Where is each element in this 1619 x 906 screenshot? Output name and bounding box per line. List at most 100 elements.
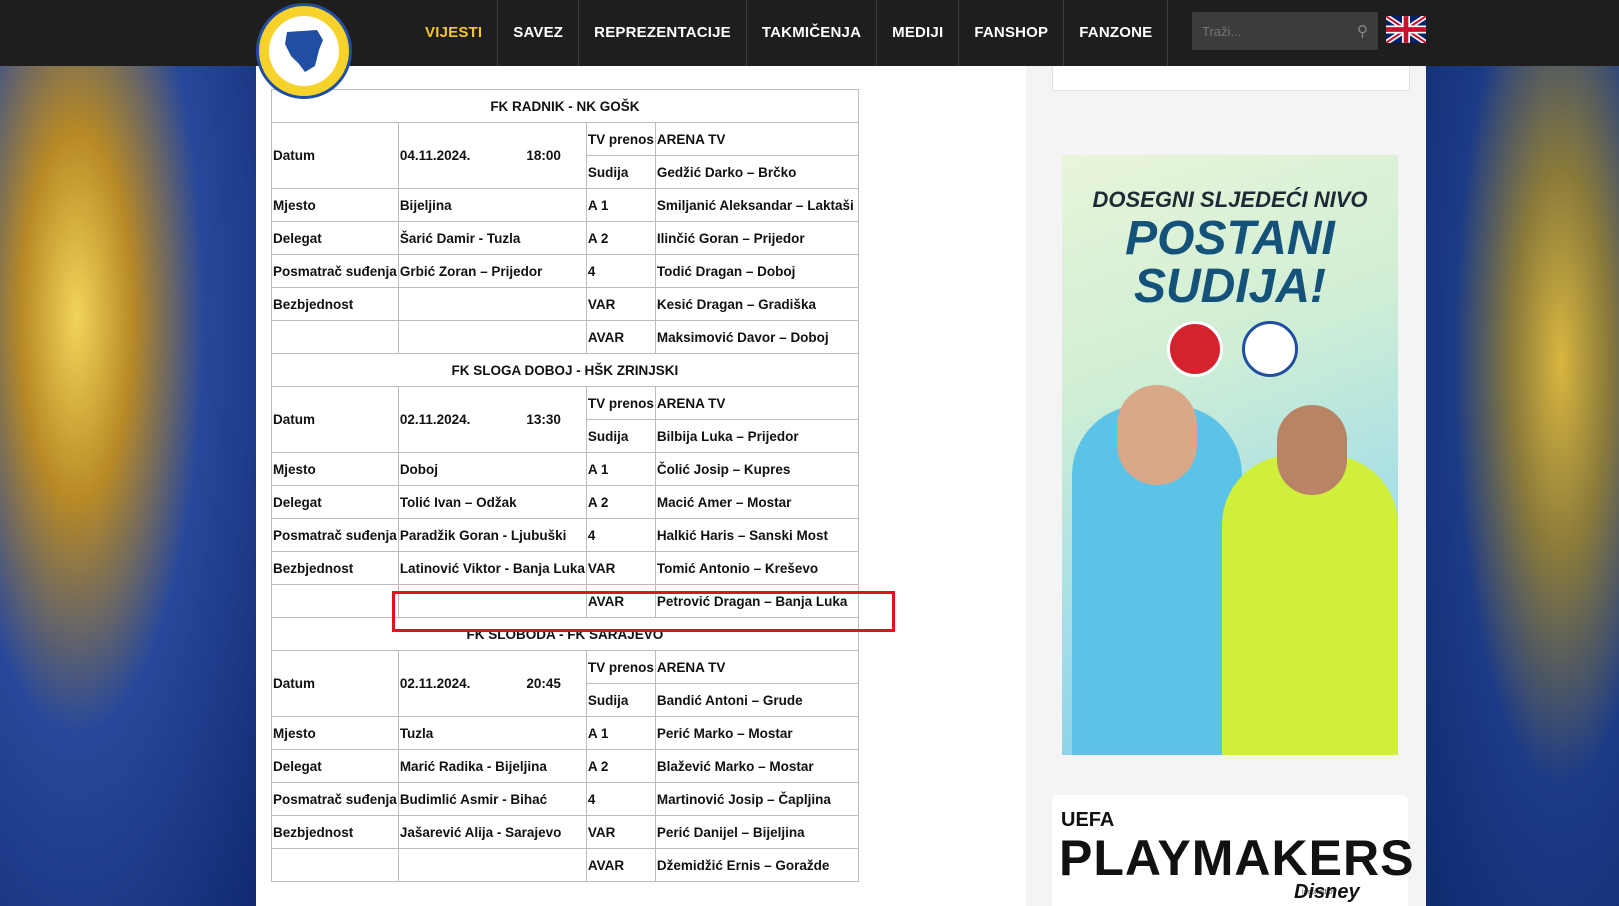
date-time: 04.11.2024. 18:00 [400, 148, 585, 163]
official-role: AVAR [585, 848, 656, 882]
row-value: Latinović Viktor - Banja Luka [397, 551, 587, 585]
official-role: A 2 [585, 221, 656, 255]
table-row: AVAR Džemidžić Ernis – Goražde [271, 848, 859, 882]
official-name: Perić Danijel – Bijeljina [654, 815, 859, 849]
search-input[interactable] [1192, 12, 1362, 50]
table-row: Datum 02.11.2024. 13:30 TV prenos ARENA TV [271, 386, 859, 453]
uk-flag-icon[interactable] [1386, 16, 1426, 43]
official-name: Perić Marko – Mostar [654, 716, 859, 750]
search-icon[interactable]: ⚲ [1357, 22, 1368, 40]
table-row: Mjesto Bijeljina A 1 Smiljanić Aleksandar –… [271, 188, 859, 222]
table-row: Posmatrač suđenja Budimlić Asmir - Bihać 4… [271, 782, 859, 816]
date-time-cell: 02.11.2024. 20:45 [397, 650, 587, 717]
official-role: 4 [585, 518, 656, 552]
row-label: Mjesto [271, 188, 399, 222]
row-value: Grbić Zoran – Prijedor [397, 254, 587, 288]
federation-badge-icon [1242, 321, 1298, 377]
nav-item-fanshop[interactable]: FANSHOP [959, 0, 1065, 66]
match-header-row: FK SLOGA DOBOJ - HŠK ZRINJSKI [271, 353, 859, 387]
row-value: Budimlić Asmir - Bihać [397, 782, 587, 816]
nav-item-takmicenja[interactable]: TAKMIČENJA [747, 0, 878, 66]
official-name: Martinović Josip – Čapljina [654, 782, 859, 816]
row-value: Paradžik Goran - Ljubuški [397, 518, 587, 552]
main-nav: VIJESTI SAVEZ REPREZENTACIJE TAKMIČENJA … [410, 0, 1169, 66]
official-name: Kesić Dragan – Gradiška [654, 287, 859, 321]
ad-headline: POSTANI SUDIJA! [1062, 215, 1398, 311]
official-role: A 1 [585, 188, 656, 222]
datum-label: Datum [271, 386, 399, 453]
table-row: AVAR Maksimović Davor – Doboj [271, 320, 859, 354]
official-role: A 2 [585, 749, 656, 783]
row-label: Delegat [271, 749, 399, 783]
match-time: 20:45 [526, 676, 561, 691]
official-name: Ilinčić Goran – Prijedor [654, 221, 859, 255]
official-name: Smiljanić Aleksandar – Laktaši [654, 188, 859, 222]
date-time-cell: 02.11.2024. 13:30 [397, 386, 587, 453]
datum-label: Datum [271, 122, 399, 189]
row-label: Delegat [271, 221, 399, 255]
table-row: Bezbjednost VAR Kesić Dragan – Gradiška [271, 287, 859, 321]
male-referee-image [1072, 385, 1242, 755]
table-row: Delegat Tolić Ivan – Odžak A 2 Macić Amer –… [271, 485, 859, 519]
sidebar-widget [1052, 66, 1410, 91]
match-header-row: FK RADNIK - NK GOŠK [271, 89, 859, 123]
bosnia-map-icon [285, 30, 323, 72]
match-title: FK SLOGA DOBOJ - HŠK ZRINJSKI [271, 353, 859, 387]
nav-item-reprezentacije[interactable]: REPREZENTACIJE [579, 0, 747, 66]
row-label: Bezbjednost [271, 287, 399, 321]
table-row: Mjesto Doboj A 1 Čolić Josip – Kupres [271, 452, 859, 486]
official-name: Petrović Dragan – Banja Luka [654, 584, 859, 618]
background-right [1424, 0, 1619, 906]
datum-label: Datum [271, 650, 399, 717]
official-name: Maksimović Davor – Doboj [654, 320, 859, 354]
table-row: Mjesto Tuzla A 1 Perić Marko – Mostar [271, 716, 859, 750]
official-name: Todić Dragan – Doboj [654, 254, 859, 288]
row-value: Šarić Damir - Tuzla [397, 221, 587, 255]
table-row: Delegat Šarić Damir - Tuzla A 2 Ilinčić Gor… [271, 221, 859, 255]
federation-logo[interactable] [256, 3, 352, 99]
row-value: Bijeljina [397, 188, 587, 222]
official-role: VAR [585, 287, 656, 321]
row-value [397, 287, 587, 321]
nav-item-savez[interactable]: SAVEZ [498, 0, 580, 66]
match-time: 18:00 [526, 148, 561, 163]
official-name: Blažević Marko – Mostar [654, 749, 859, 783]
row-value: Marić Radika - Bijeljina [397, 749, 587, 783]
row-label: Delegat [271, 485, 399, 519]
tv-value: ARENA TV [654, 386, 859, 420]
row-value [397, 848, 587, 882]
row-label [271, 848, 399, 882]
nav-item-mediji[interactable]: MEDIJI [877, 0, 960, 66]
row-value [397, 584, 587, 618]
nav-item-vijesti[interactable]: VIJESTI [410, 0, 499, 66]
table-row: Datum 04.11.2024. 18:00 TV prenos ARENA TV [271, 122, 859, 189]
official-role: VAR [585, 551, 656, 585]
tv-value: ARENA TV [654, 650, 859, 684]
row-label [271, 584, 399, 618]
official-role: VAR [585, 815, 656, 849]
uefa-playmakers-banner[interactable]: UEFA PLAYMAKERS inspired by Disney [1052, 795, 1413, 906]
row-value: Tuzla [397, 716, 587, 750]
match-header-row: FK SLOBODA - FK SARAJEVO [271, 617, 859, 651]
date-time: 02.11.2024. 13:30 [400, 412, 585, 427]
nav-item-fanzone[interactable]: FANZONE [1064, 0, 1169, 66]
official-role: A 1 [585, 716, 656, 750]
match-time: 13:30 [526, 412, 561, 427]
match-officials-table: FK RADNIK - NK GOŠK Datum 04.11.2024. 18:00… [271, 89, 859, 882]
date-time-cell: 04.11.2024. 18:00 [397, 122, 587, 189]
official-name: Bilbija Luka – Prijedor [654, 419, 859, 453]
referee-recruitment-ad[interactable]: DOSEGNI SLJEDEĆI NIVO POSTANI SUDIJA! [1062, 155, 1398, 755]
row-value: Tolić Ivan – Odžak [397, 485, 587, 519]
row-value: Jašarević Alija - Sarajevo [397, 815, 587, 849]
ad-line2: POSTANI [1125, 212, 1335, 265]
table-row: Bezbjednost Latinović Viktor - Banja Luka… [271, 551, 859, 585]
row-label: Mjesto [271, 452, 399, 486]
table-row: Posmatrač suđenja Grbić Zoran – Prijedor 4… [271, 254, 859, 288]
official-name: Tomić Antonio – Kreševo [654, 551, 859, 585]
official-role: AVAR [585, 320, 656, 354]
row-label: Bezbjednost [271, 551, 399, 585]
match-date: 02.11.2024. [399, 412, 471, 427]
main-content: FK RADNIK - NK GOŠK Datum 04.11.2024. 18:00… [256, 66, 1026, 906]
table-row: AVAR Petrović Dragan – Banja Luka [271, 584, 859, 618]
official-role: 4 [585, 254, 656, 288]
